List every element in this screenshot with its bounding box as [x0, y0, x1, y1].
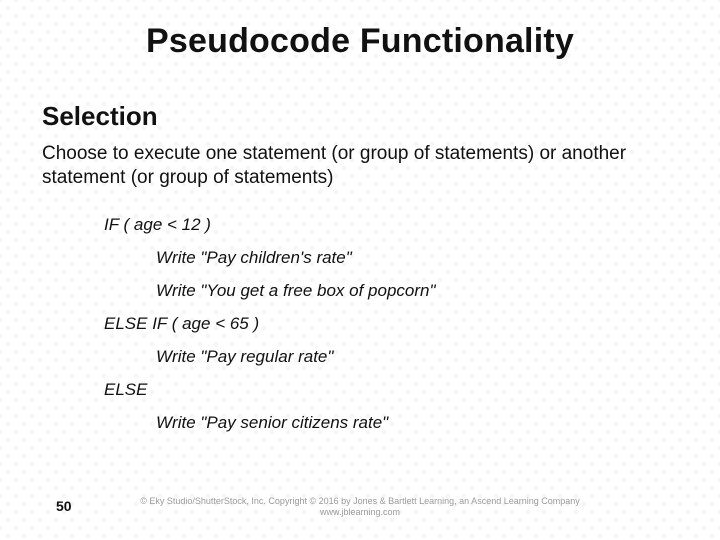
code-line: IF ( age < 12 )	[104, 208, 678, 241]
slide: Pseudocode Functionality Selection Choos…	[0, 0, 720, 540]
copyright: © Eky Studio/ShutterStock, Inc. Copyrigh…	[140, 496, 580, 518]
copyright-text: © Eky Studio/ShutterStock, Inc. Copyrigh…	[140, 496, 580, 506]
page-number: 50	[56, 498, 72, 514]
code-line: Write "You get a free box of popcorn"	[104, 274, 678, 307]
code-line: Write "Pay regular rate"	[104, 340, 678, 373]
section-heading: Selection	[42, 101, 678, 132]
code-line: ELSE IF ( age < 65 )	[104, 307, 678, 340]
pseudocode-block: IF ( age < 12 ) Write "Pay children's ra…	[104, 208, 678, 440]
section-description: Choose to execute one statement (or grou…	[42, 142, 678, 190]
code-line: ELSE	[104, 373, 678, 406]
code-line: Write "Pay children's rate"	[104, 241, 678, 274]
copyright-url: www.jblearning.com	[140, 507, 580, 518]
code-line: Write "Pay senior citizens rate"	[104, 406, 678, 439]
slide-title: Pseudocode Functionality	[42, 22, 678, 61]
